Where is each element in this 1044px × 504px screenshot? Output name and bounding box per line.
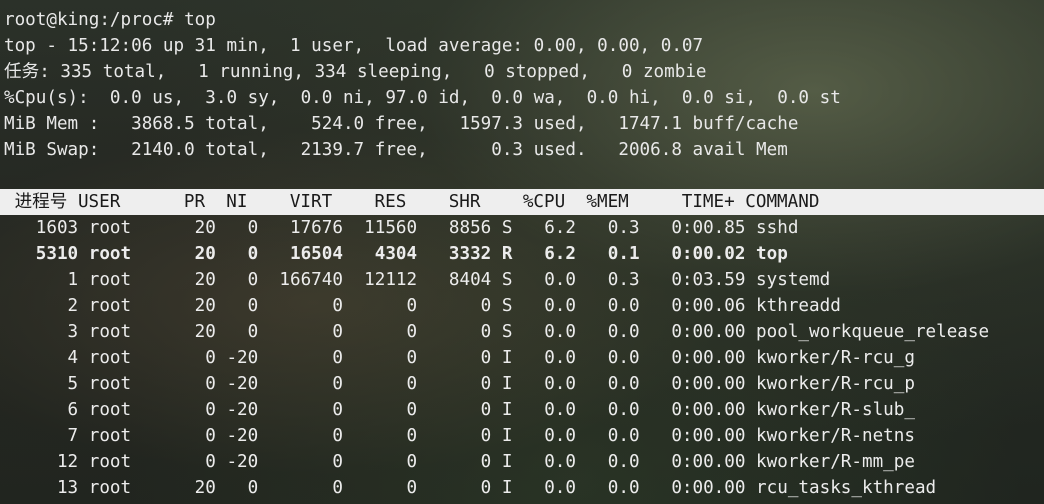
process-row: 12 root 0 -20 0 0 0 I 0.0 0.0 0:00.00 kw…	[4, 452, 915, 472]
summary-tasks-line: 任务: 335 total, 1 running, 334 sleeping, …	[4, 62, 707, 82]
process-row: 6 root 0 -20 0 0 0 I 0.0 0.0 0:00.00 kwo…	[4, 400, 915, 420]
process-row: 4 root 0 -20 0 0 0 I 0.0 0.0 0:00.00 kwo…	[4, 348, 915, 368]
process-row: 2 root 20 0 0 0 0 S 0.0 0.0 0:00.06 kthr…	[4, 296, 841, 316]
process-row: 5310 root 20 0 16504 4304 3332 R 6.2 0.1…	[4, 244, 788, 264]
summary-uptime-line: top - 15:12:06 up 31 min, 1 user, load a…	[4, 36, 704, 56]
process-row: 13 root 20 0 0 0 0 I 0.0 0.0 0:00.00 rcu…	[4, 478, 937, 498]
process-row: 5 root 0 -20 0 0 0 I 0.0 0.0 0:00.00 kwo…	[4, 374, 915, 394]
process-row: 1603 root 20 0 17676 11560 8856 S 6.2 0.…	[4, 218, 799, 238]
table-header: 进程号 USER PR NI VIRT RES SHR %CPU %MEM TI…	[4, 192, 820, 212]
shell-prompt: root@king:/proc# top	[4, 10, 216, 30]
summary-cpu-line: %Cpu(s): 0.0 us, 3.0 sy, 0.0 ni, 97.0 id…	[4, 88, 841, 108]
terminal-window[interactable]: root@king:/proc# top top - 15:12:06 up 3…	[0, 0, 1044, 504]
process-row: 7 root 0 -20 0 0 0 I 0.0 0.0 0:00.00 kwo…	[4, 426, 915, 446]
summary-mem-line: MiB Mem : 3868.5 total, 524.0 free, 1597…	[4, 114, 799, 134]
process-row: 3 root 20 0 0 0 0 S 0.0 0.0 0:00.00 pool…	[4, 322, 990, 342]
process-row: 1 root 20 0 166740 12112 8404 S 0.0 0.3 …	[4, 270, 831, 290]
summary-swap-line: MiB Swap: 2140.0 total, 2139.7 free, 0.3…	[4, 140, 788, 160]
